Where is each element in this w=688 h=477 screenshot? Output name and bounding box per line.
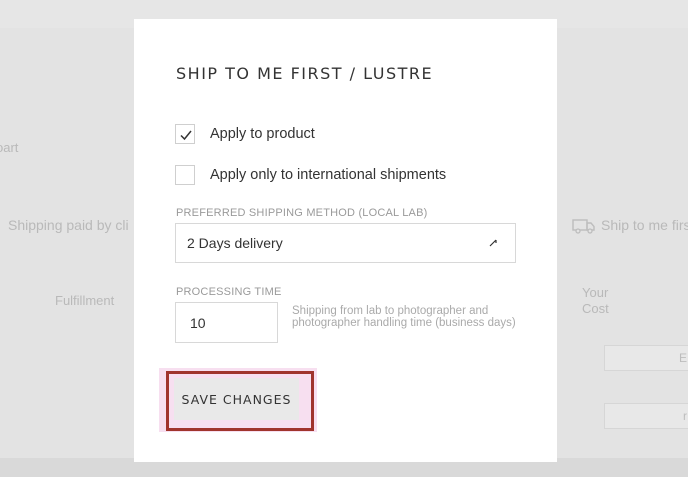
apply-international-row[interactable]: Apply only to international shipments [175,165,446,185]
shipping-method-value: 2 Days delivery [187,235,283,251]
checkmark-icon [180,130,192,141]
processing-time-value: 10 [190,314,206,331]
apply-to-product-row[interactable]: Apply to product [175,124,315,144]
background-input-text: E [678,351,687,365]
background-shipping-paid-label: Shipping paid by cli [8,217,129,233]
apply-international-checkbox[interactable] [175,165,195,185]
apply-international-label: Apply only to international shipments [210,167,447,183]
processing-time-input[interactable]: 10 [175,302,278,343]
processing-time-help: Shipping from lab to photographer and ph… [292,305,516,329]
background-ship-first-label: Ship to me firs [601,217,688,233]
background-input-text: r [683,409,687,423]
background-input-box: r [604,403,688,429]
shipping-method-select[interactable]: 2 Days delivery [175,223,516,263]
shipping-method-label: PREFERRED SHIPPING METHOD (LOCAL LAB) [176,207,428,219]
dropdown-arrow-icon [489,239,497,247]
truck-icon [572,219,595,234]
background-text-fragment: oart [0,140,19,155]
modal-title: SHIP TO ME FIRST / LUSTRE [176,64,434,83]
background-your-cost-label: Your Cost [582,285,609,316]
shipping-settings-modal: SHIP TO ME FIRST / LUSTRE Apply to produ… [134,19,557,462]
apply-to-product-checkbox[interactable] [175,124,195,144]
apply-to-product-label: Apply to product [210,126,315,142]
save-changes-button[interactable]: SAVE CHANGES [174,378,299,420]
background-fulfillment-label: Fulfillment [55,293,115,308]
processing-time-label: PROCESSING TIME [176,286,282,298]
background-input-box: E [604,345,688,371]
